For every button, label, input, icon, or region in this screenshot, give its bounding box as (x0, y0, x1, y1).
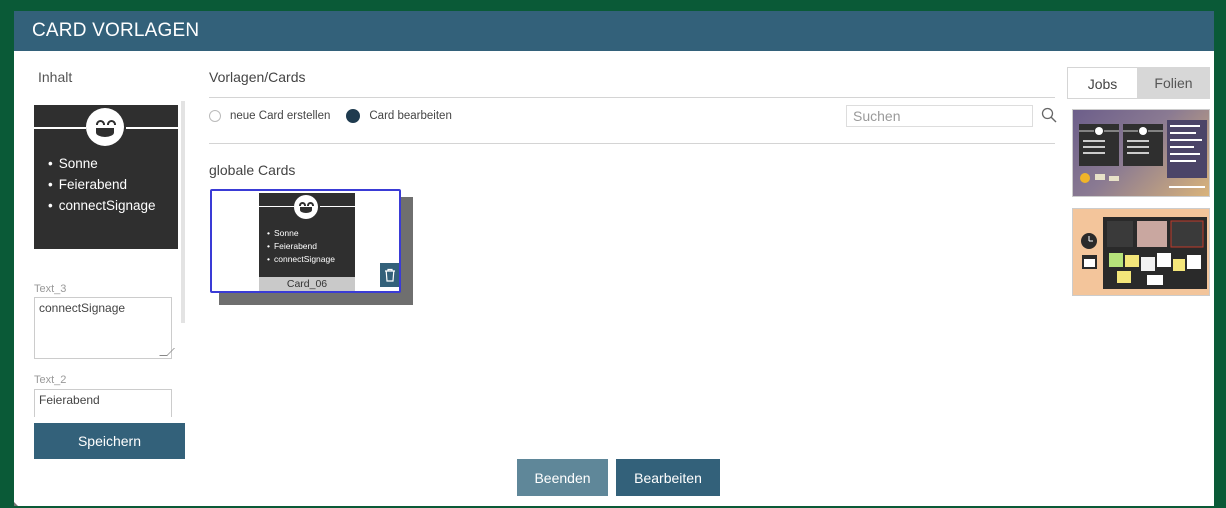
radio-edit-card[interactable] (346, 109, 361, 123)
text3-field[interactable]: connectSignage (34, 297, 172, 359)
radio-edit-card-label[interactable]: Card bearbeiten (369, 110, 451, 122)
preview-list-item: Feierabend (48, 174, 156, 195)
globale-cards-label: globale Cards (209, 162, 296, 178)
save-button[interactable]: Speichern (34, 423, 185, 459)
trash-icon (385, 268, 395, 282)
resize-corner-icon[interactable] (14, 500, 20, 506)
card-list: Sonne Feierabend connectSignage (267, 227, 335, 266)
text2-label: Text_2 (34, 374, 67, 386)
divider (209, 97, 1055, 98)
preview-line-left (34, 127, 86, 129)
card-list-item: Feierabend (267, 240, 335, 253)
preview-line-right (126, 127, 178, 129)
delete-card-button[interactable] (380, 263, 399, 287)
tab-jobs[interactable]: Jobs (1067, 67, 1138, 99)
smiley-icon (86, 108, 124, 146)
folie-thumbnail-image (1073, 209, 1209, 295)
folie-thumbnail[interactable] (1072, 208, 1210, 296)
card-thumbnail: Sonne Feierabend connectSignage (259, 193, 355, 277)
card-list-item: connectSignage (267, 253, 335, 266)
dialog-title: CARD VORLAGEN (14, 11, 1214, 51)
text3-label: Text_3 (34, 283, 67, 295)
search-input[interactable] (846, 105, 1033, 127)
radio-new-card[interactable] (209, 110, 221, 122)
vorlagen-label: Vorlagen/Cards (209, 69, 306, 85)
inhalt-label: Inhalt (38, 69, 73, 85)
smiley-icon (294, 195, 318, 219)
job-thumbnail-image (1079, 120, 1207, 188)
text2-field[interactable]: Feierabend (34, 389, 172, 417)
card-vorlagen-dialog: CARD VORLAGEN Inhalt Sonne Feierabend co… (14, 11, 1214, 506)
radio-new-card-label[interactable]: neue Card erstellen (230, 110, 330, 122)
edit-button[interactable]: Bearbeiten (616, 459, 720, 496)
left-scrollbar[interactable] (181, 101, 185, 323)
preview-list-item: Sonne (48, 153, 156, 174)
job-thumbnail[interactable] (1072, 109, 1210, 197)
divider (209, 143, 1055, 144)
card-preview: Sonne Feierabend connectSignage (34, 105, 178, 249)
tab-folien[interactable]: Folien (1137, 67, 1210, 99)
cancel-button[interactable]: Beenden (517, 459, 608, 496)
card-list-item: Sonne (267, 227, 335, 240)
card-tile[interactable]: Sonne Feierabend connectSignage Card_06 (210, 189, 401, 293)
mode-radio-group: neue Card erstellen Card bearbeiten (209, 109, 468, 123)
search-icon[interactable] (1041, 107, 1057, 123)
preview-list: Sonne Feierabend connectSignage (48, 153, 156, 216)
card-caption: Card_06 (259, 277, 355, 291)
preview-list-item: connectSignage (48, 195, 156, 216)
